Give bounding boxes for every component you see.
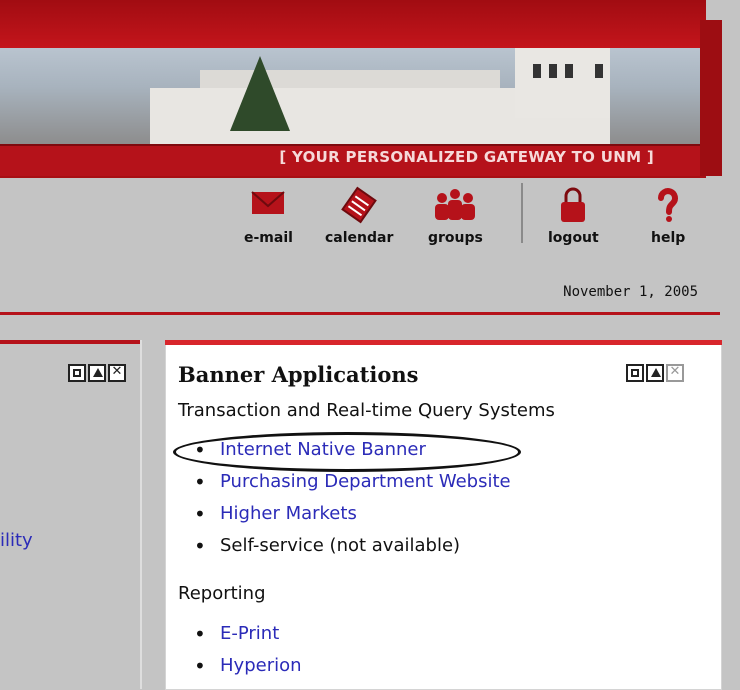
left-portlet-controls — [68, 364, 126, 382]
portlet-title: Banner Applications — [178, 362, 419, 387]
list-item: E-Print — [194, 620, 302, 652]
hyperion-link[interactable]: Hyperion — [220, 655, 302, 676]
logout-button[interactable]: logout — [548, 186, 599, 246]
campus-building-photo — [0, 48, 706, 144]
question-icon — [651, 186, 685, 224]
close-icon[interactable] — [108, 364, 126, 382]
reporting-app-list: E-Print Hyperion — [194, 620, 302, 684]
calendar-label: calendar — [325, 230, 394, 246]
list-item: Higher Markets — [194, 500, 511, 532]
logout-label: logout — [548, 230, 599, 246]
maximize-icon[interactable] — [626, 364, 644, 382]
section-title-transaction: Transaction and Real-time Query Systems — [178, 400, 555, 421]
help-button[interactable]: help — [651, 186, 685, 246]
gateway-tagline: [ YOUR PERSONALIZED GATEWAY TO UNM ] — [279, 148, 654, 166]
padlock-icon — [548, 186, 599, 224]
left-portlet — [0, 340, 142, 689]
internet-native-banner-link[interactable]: Internet Native Banner — [220, 439, 426, 460]
section-title-reporting: Reporting — [178, 583, 266, 604]
envelope-icon — [244, 186, 293, 224]
header-rule — [0, 312, 720, 315]
list-item: Hyperion — [194, 652, 302, 684]
main-toolbar: e-mail calendar groups logout help — [0, 178, 706, 258]
self-service-text: Self-service (not available) — [220, 535, 461, 556]
list-item: Purchasing Department Website — [194, 468, 511, 500]
toolbar-divider — [521, 183, 523, 243]
left-portlet-link[interactable]: ility — [0, 530, 33, 551]
people-icon — [428, 186, 483, 224]
banner-top-bar — [0, 0, 706, 48]
transaction-app-list: Internet Native Banner Purchasing Depart… — [194, 436, 511, 564]
list-item: Self-service (not available) — [194, 532, 511, 564]
close-icon — [666, 364, 684, 382]
minimize-icon[interactable] — [646, 364, 664, 382]
calendar-button[interactable]: calendar — [325, 186, 393, 246]
help-label: help — [651, 230, 686, 246]
purchasing-department-link[interactable]: Purchasing Department Website — [220, 471, 511, 492]
list-item: Internet Native Banner — [194, 436, 511, 468]
email-label: e-mail — [244, 230, 293, 246]
current-date: November 1, 2005 — [563, 284, 698, 300]
maximize-icon[interactable] — [68, 364, 86, 382]
email-button[interactable]: e-mail — [244, 186, 293, 246]
minimize-icon[interactable] — [88, 364, 106, 382]
portlet-controls — [626, 364, 684, 382]
groups-button[interactable]: groups — [428, 186, 483, 246]
eprint-link[interactable]: E-Print — [220, 623, 279, 644]
banner-applications-portlet: Banner Applications Transaction and Real… — [165, 340, 722, 690]
groups-label: groups — [428, 230, 483, 246]
banner-edge — [700, 20, 722, 176]
header-banner: [ YOUR PERSONALIZED GATEWAY TO UNM ] — [0, 0, 706, 178]
higher-markets-link[interactable]: Higher Markets — [220, 503, 357, 524]
calendar-icon — [325, 186, 393, 224]
